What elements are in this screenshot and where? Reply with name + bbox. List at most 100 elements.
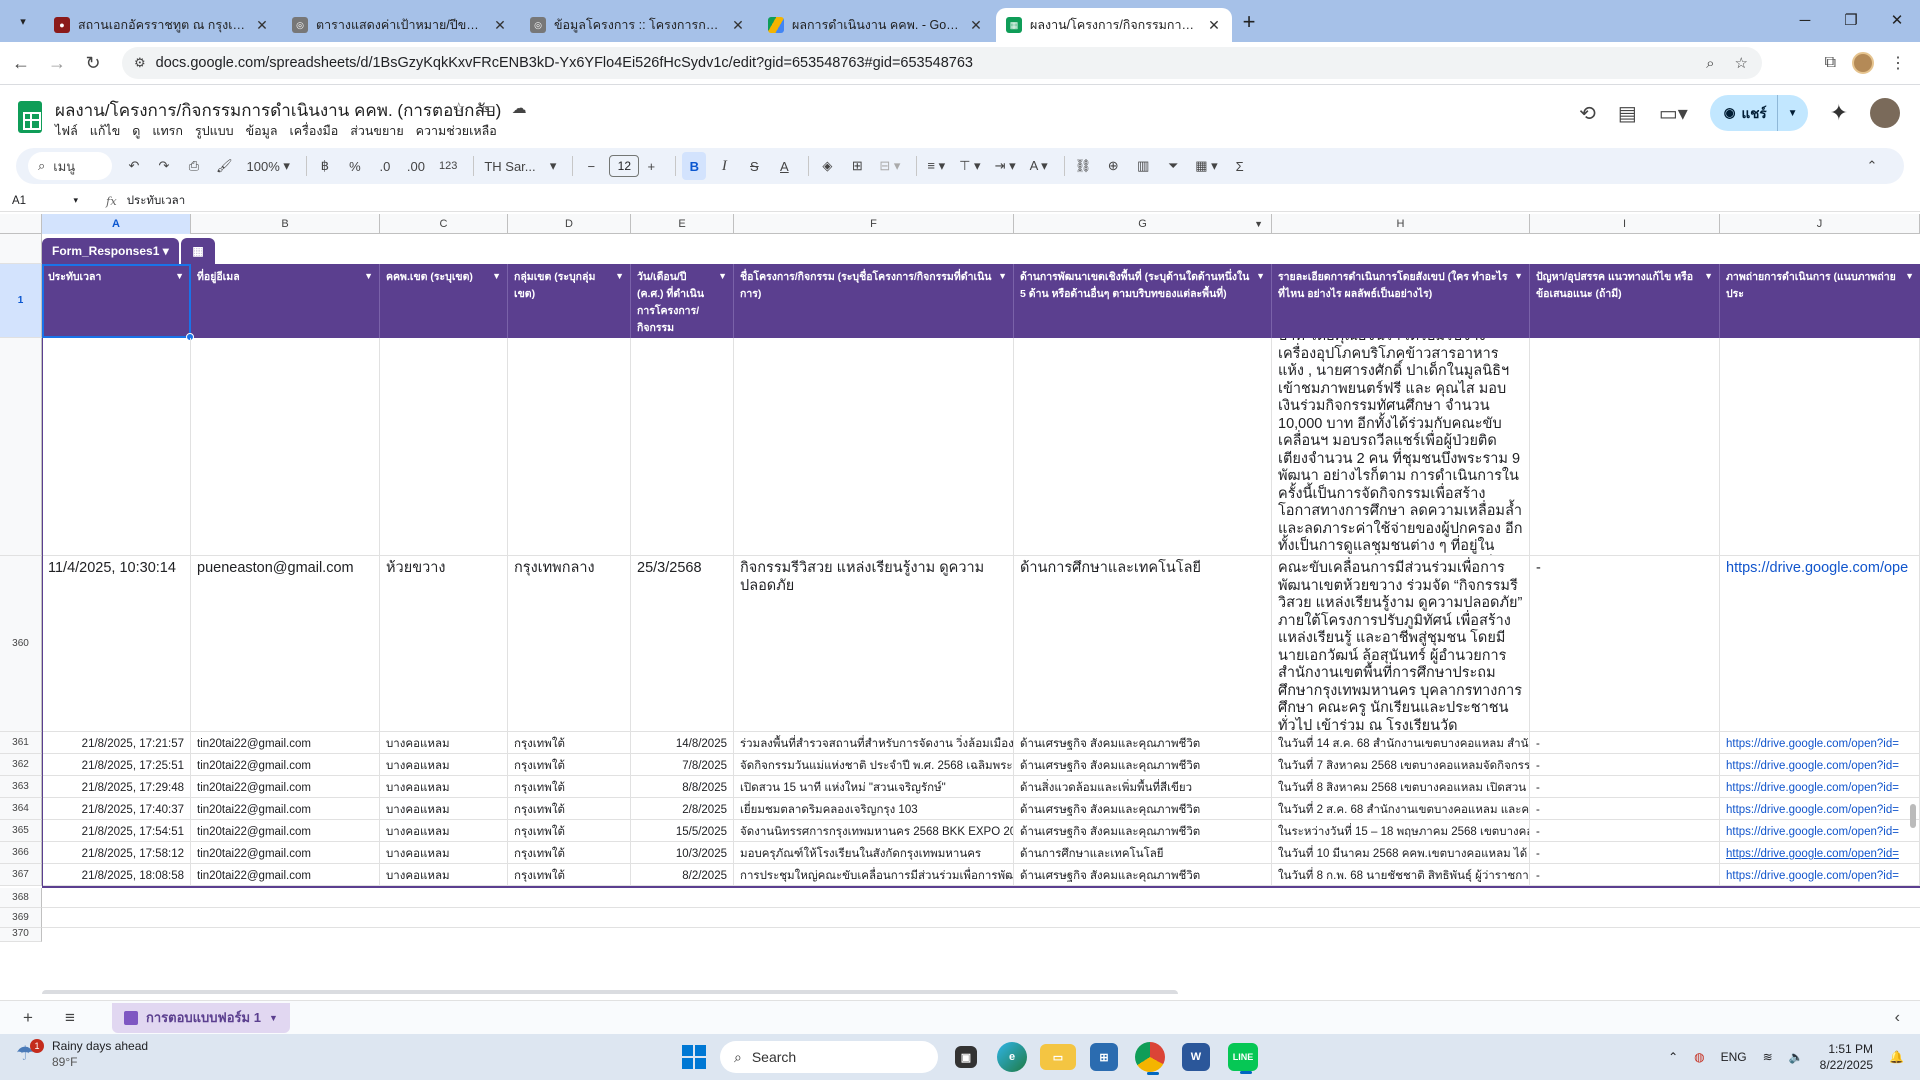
chevron-down-icon[interactable]: ▼ — [1514, 268, 1523, 285]
cell-district-group[interactable]: กรุงเทพใต้ — [508, 864, 631, 886]
all-sheets-icon[interactable]: ≡ — [56, 1008, 84, 1028]
redo-icon[interactable]: ↷ — [152, 152, 176, 180]
cell[interactable] — [1720, 338, 1920, 556]
chevron-down-icon[interactable]: ▼ — [615, 268, 624, 285]
column-header-g[interactable]: G ▼ — [1014, 214, 1272, 234]
menu-help[interactable]: ความช่วยเหลือ — [416, 121, 497, 141]
cell-district[interactable]: บางคอแหลม — [380, 842, 508, 864]
close-tab-icon[interactable]: ✕ — [492, 17, 508, 34]
filter-views-icon[interactable]: ▦ ▾ — [1191, 152, 1221, 180]
cell-development-area[interactable]: ด้านเศรษฐกิจ สังคมและคุณภาพชีวิต — [1014, 798, 1272, 820]
zoom-icon[interactable]: ⌕ — [1706, 55, 1714, 72]
menu-format[interactable]: รูปแบบ — [195, 121, 234, 141]
empty-cells[interactable] — [42, 888, 1920, 942]
decrease-decimal-button[interactable]: .0 — [373, 152, 397, 180]
text-color-button[interactable]: A — [772, 152, 796, 180]
cell-email[interactable]: tin20tai22@gmail.com — [191, 798, 380, 820]
tab-search-button[interactable]: ▾ — [6, 4, 40, 38]
menu-data[interactable]: ข้อมูล — [246, 121, 278, 141]
formula-input[interactable]: ประทับเวลา — [127, 192, 185, 210]
cell-photo-link[interactable]: https://drive.google.com/open?id= — [1720, 732, 1920, 754]
cell-district-group[interactable]: กรุงเทพใต้ — [508, 820, 631, 842]
cell-project-name[interactable]: เยี่ยมชมตลาดริมคลองเจริญกรุง 103 — [734, 798, 1014, 820]
cell-problems[interactable]: - — [1530, 556, 1720, 732]
cell-project-name[interactable]: จัดกิจกรรมวันแม่แห่งชาติ ประจำปี พ.ศ. 25… — [734, 754, 1014, 776]
line-icon[interactable]: LINE — [1228, 1043, 1258, 1074]
percent-format-button[interactable]: % — [343, 152, 367, 180]
forward-icon[interactable]: → — [42, 48, 72, 78]
header-cell-email[interactable]: ที่อยู่อีเมล ▼ — [191, 264, 380, 338]
clock[interactable]: 1:51 PM 8/22/2025 — [1820, 1041, 1873, 1073]
cell-photo-link[interactable]: https://drive.google.com/open?id= — [1720, 842, 1920, 864]
cell-district[interactable]: บางคอแหลม — [380, 864, 508, 886]
bold-button[interactable]: B — [682, 152, 707, 180]
row-header-367[interactable]: 367 — [0, 864, 42, 886]
close-window-icon[interactable]: ✕ — [1874, 0, 1920, 40]
cell-district-group[interactable]: กรุงเทพใต้ — [508, 842, 631, 864]
cell[interactable] — [42, 338, 191, 556]
cell-photo-link[interactable]: https://drive.google.com/open?id= — [1720, 798, 1920, 820]
name-box[interactable]: A1 ▾ — [0, 195, 84, 207]
browser-tab-1[interactable]: ● สถานเอกอัครราชทูต ณ กรุงเบอร์ลิน ✕ — [44, 8, 280, 42]
share-dropdown-icon[interactable]: ▼ — [1778, 108, 1808, 119]
cell-email[interactable]: tin20tai22@gmail.com — [191, 842, 380, 864]
file-explorer-icon[interactable]: ▭ — [1040, 1044, 1076, 1070]
paint-format-icon[interactable]: 🖌 — [212, 152, 237, 180]
cell-timestamp[interactable]: 21/8/2025, 17:29:48 — [42, 776, 191, 798]
header-cell-project-name[interactable]: ชื่อโครงการ/กิจกรรม (ระบุชื่อโครงการ/กิจ… — [734, 264, 1014, 338]
windows-start-icon[interactable] — [682, 1045, 706, 1069]
font-size-decrease-button[interactable]: − — [579, 152, 603, 180]
cell-timestamp[interactable]: 21/8/2025, 17:58:12 — [42, 842, 191, 864]
chevron-down-icon[interactable]: ▼ — [718, 268, 727, 285]
taskbar-search[interactable]: ⌕ Search — [720, 1041, 938, 1073]
cell-project-name[interactable]: การประชุมใหญ่คณะขับเคลื่อนการมีส่วนร่วมเ… — [734, 864, 1014, 886]
close-tab-icon[interactable]: ✕ — [968, 17, 984, 34]
bookmark-star-icon[interactable]: ☆ — [1735, 54, 1748, 72]
weather-widget[interactable]: ☂ 1 Rainy days ahead 89°F — [16, 1038, 148, 1070]
cell[interactable] — [1014, 338, 1272, 556]
add-sheet-icon[interactable]: + — [14, 1008, 42, 1028]
header-cell-photos[interactable]: ภาพถ่ายการดำเนินการ (แนบภาพถ่ายประ ▼ — [1720, 264, 1920, 338]
share-button[interactable]: ◉ แชร์ ▼ — [1709, 95, 1808, 131]
notifications-bell-icon[interactable]: 🔔 — [1889, 1050, 1904, 1064]
filter-icon[interactable]: ⏷ — [1161, 152, 1185, 180]
currency-format-button[interactable]: ฿ — [313, 152, 337, 180]
gemini-sparkle-icon[interactable]: ✦ — [1830, 100, 1848, 126]
cell-problems[interactable]: - — [1530, 776, 1720, 798]
cell-problems[interactable]: - — [1530, 754, 1720, 776]
cell-problems[interactable]: - — [1530, 842, 1720, 864]
cell-details[interactable]: ในวันที่ 14 ส.ค. 68 สำนักงานเขตบางคอแหลม… — [1272, 732, 1530, 754]
cell-photo-link[interactable]: https://drive.google.com/ope — [1720, 556, 1920, 732]
increase-decimal-button[interactable]: .00 — [403, 152, 429, 180]
italic-button[interactable]: I — [712, 152, 736, 180]
font-family-select[interactable]: TH Sar... ▾ — [480, 152, 560, 180]
header-cell-timestamp[interactable]: ประทับเวลา ▼ — [42, 264, 191, 338]
version-history-icon[interactable]: ⟲ — [1579, 101, 1596, 126]
close-tab-icon[interactable]: ✕ — [254, 17, 270, 34]
sheet-tab-active[interactable]: การตอบแบบฟอร์ม 1 ▼ — [112, 1002, 290, 1033]
cell-timestamp[interactable]: 21/8/2025, 17:54:51 — [42, 820, 191, 842]
document-title[interactable]: ผลงาน/โครงการ/กิจกรรมการดำเนินงาน คคพ. (… — [55, 97, 501, 124]
chevron-down-icon[interactable]: ▼ — [1704, 268, 1713, 285]
cell-district-group[interactable]: กรุงเทพใต้ — [508, 754, 631, 776]
text-rotation-icon[interactable]: A ▾ — [1026, 152, 1052, 180]
cell-details[interactable]: ในวันที่ 7 สิงหาคม 2568 เขตบางคอแหลมจัดก… — [1272, 754, 1530, 776]
print-icon[interactable]: ⎙ — [182, 152, 206, 180]
header-cell-district-group[interactable]: กลุ่มเขต (ระบุกลุ่มเขต) ▼ — [508, 264, 631, 338]
menu-insert[interactable]: แทรก — [152, 121, 183, 141]
insert-link-icon[interactable]: ⛓ — [1071, 152, 1096, 180]
chevron-down-icon[interactable]: ▼ — [1256, 268, 1265, 285]
text-wrapping-icon[interactable]: ⇥ ▾ — [991, 152, 1020, 180]
cell-district[interactable]: บางคอแหลม — [380, 754, 508, 776]
cell-details[interactable]: ในวันที่ 8 สิงหาคม 2568 เขตบางคอแหลม เปิ… — [1272, 776, 1530, 798]
cell-project-name[interactable]: ร่วมลงพื้นที่สำรวจสถานที่สำหรับการจัดงาน… — [734, 732, 1014, 754]
cell-date[interactable]: 8/2/2025 — [631, 864, 734, 886]
font-size-input[interactable]: 12 — [609, 155, 640, 177]
new-tab-button[interactable]: + — [1234, 7, 1264, 37]
restore-icon[interactable]: ❐ — [1828, 0, 1874, 40]
chevron-down-icon[interactable]: ▼ — [998, 268, 1007, 285]
cell-email[interactable]: tin20tai22@gmail.com — [191, 864, 380, 886]
horizontal-scrollbar[interactable] — [42, 990, 1178, 994]
cell-district-group[interactable]: กรุงเทพใต้ — [508, 732, 631, 754]
header-cell-development-area[interactable]: ด้านการพัฒนาเขตเชิงพื้นที่ (ระบุด้านใดด้… — [1014, 264, 1272, 338]
